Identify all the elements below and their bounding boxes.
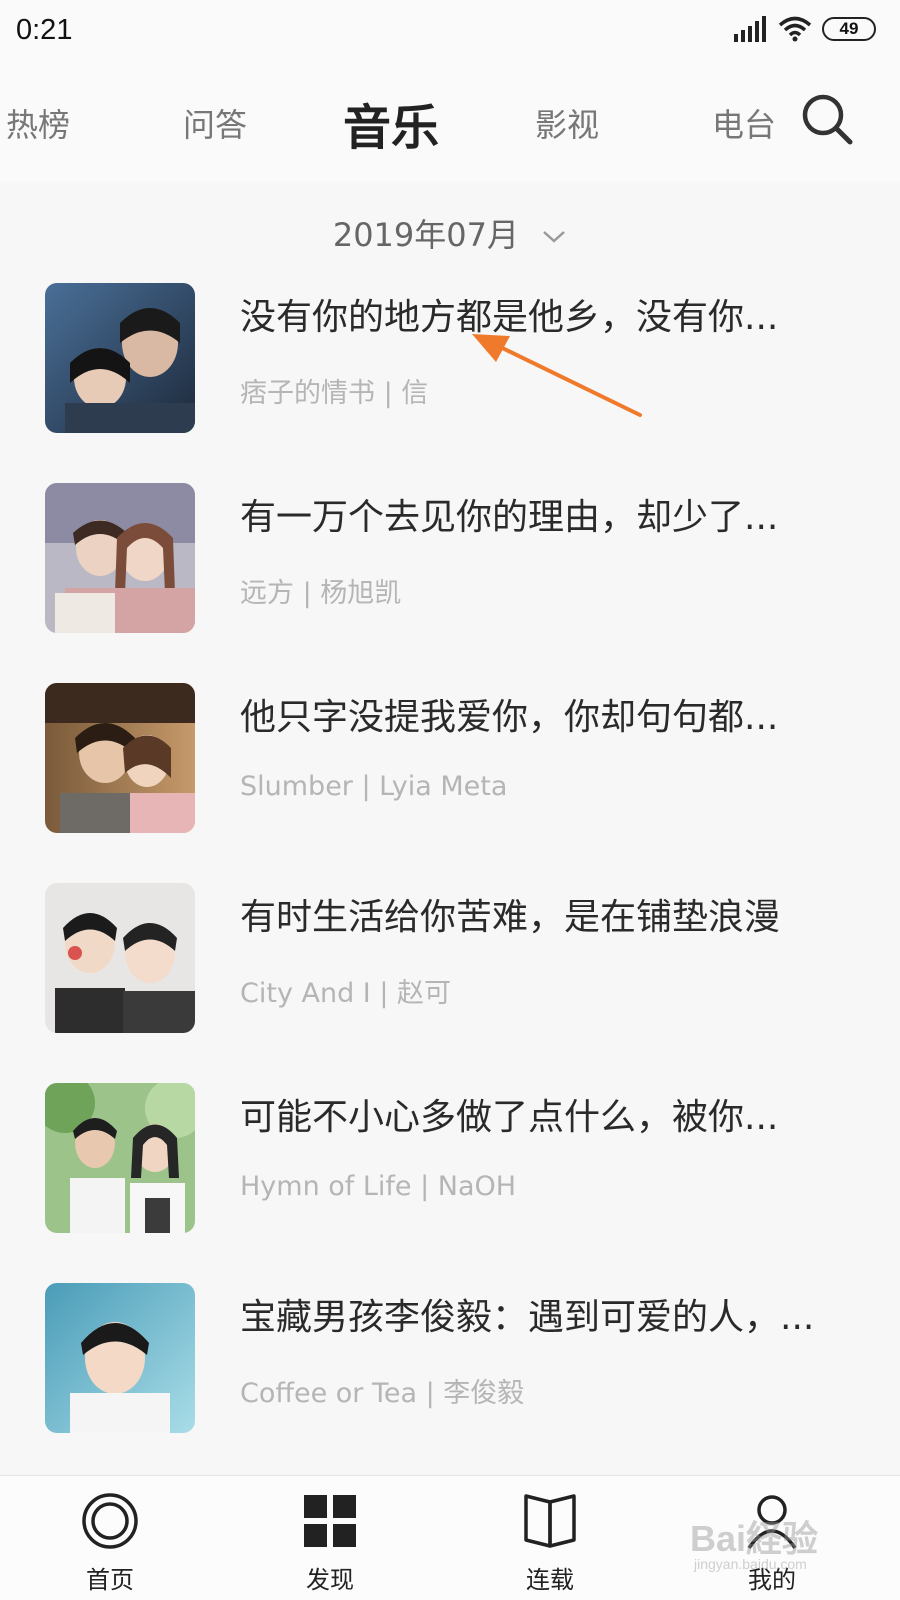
song-subtitle: City And I | 赵可 [240,978,452,1009]
date-dropdown[interactable]: 2019年07月 [0,210,900,256]
home-circle-icon [82,1493,138,1549]
tab-qa[interactable]: 问答 [183,100,247,146]
list-item[interactable]: 有一万个去见你的理由，却少了... 远方 | 杨旭凯 [0,483,900,633]
date-label: 2019年07月 [332,216,519,254]
status-icons: 49 [734,14,876,44]
person-icon [747,1495,797,1549]
song-title: 他只字没提我爱你，你却句句都... [240,697,779,738]
bottom-tab-home[interactable]: 首页 [50,1492,170,1595]
search-button[interactable] [800,92,856,148]
bottom-tab-label: 首页 [86,1566,134,1594]
album-cover [45,883,195,1033]
search-icon [802,94,853,145]
song-title: 宝藏男孩李俊毅：遇到可爱的人，... [240,1297,815,1338]
song-subtitle: Hymn of Life | NaOH [240,1171,517,1202]
tab-radio[interactable]: 电台 [712,100,776,146]
album-cover [45,683,195,833]
album-cover [45,283,195,433]
bottom-tab-label: 我的 [748,1566,796,1594]
tab-movies[interactable]: 影视 [535,100,599,146]
list-item[interactable]: 宝藏男孩李俊毅：遇到可爱的人，... Coffee or Tea | 李俊毅 [0,1283,900,1433]
bottom-tab-me[interactable]: 我的 [712,1492,832,1595]
album-cover [45,483,195,633]
bottom-nav: 首页 发现 连载 我的 [0,1475,900,1600]
signal-icon [734,16,766,42]
bottom-tab-serial[interactable]: 连载 [490,1492,610,1595]
tab-hot[interactable]: 热榜 [6,100,70,146]
list-item[interactable]: 有时生活给你苦难，是在铺垫浪漫 City And I | 赵可 [0,883,900,1033]
bottom-tab-label: 连载 [526,1566,574,1594]
status-bar: 0:21 49 [0,0,900,62]
bottom-tab-discover[interactable]: 发现 [270,1492,390,1595]
song-subtitle: 远方 | 杨旭凯 [240,578,402,609]
song-title: 有时生活给你苦难，是在铺垫浪漫 [240,897,781,938]
list-item[interactable]: 他只字没提我爱你，你却句句都... Slumber | Lyia Meta [0,683,900,833]
tab-music[interactable]: 音乐 [343,88,439,158]
battery-indicator: 49 [822,17,876,41]
grid-icon [304,1495,356,1547]
status-time: 0:21 [16,14,73,46]
book-icon [524,1494,576,1548]
song-title: 可能不小心多做了点什么，被你... [240,1097,779,1138]
song-subtitle: 痞子的情书 | 信 [240,378,429,409]
song-title: 有一万个去见你的理由，却少了... [240,497,779,538]
song-subtitle: Slumber | Lyia Meta [240,771,508,802]
song-subtitle: Coffee or Tea | 李俊毅 [240,1378,525,1409]
bottom-tab-label: 发现 [306,1566,354,1594]
list-item[interactable]: 可能不小心多做了点什么，被你... Hymn of Life | NaOH [0,1083,900,1233]
album-cover [45,1283,195,1433]
song-title: 没有你的地方都是他乡，没有你... [240,297,779,338]
top-nav: 热榜 问答 音乐 影视 电台 [0,62,900,182]
album-cover [45,1083,195,1233]
chevron-down-icon [543,231,566,243]
list-item[interactable]: 没有你的地方都是他乡，没有你... 痞子的情书 | 信 [0,283,900,433]
wifi-icon [778,16,812,42]
